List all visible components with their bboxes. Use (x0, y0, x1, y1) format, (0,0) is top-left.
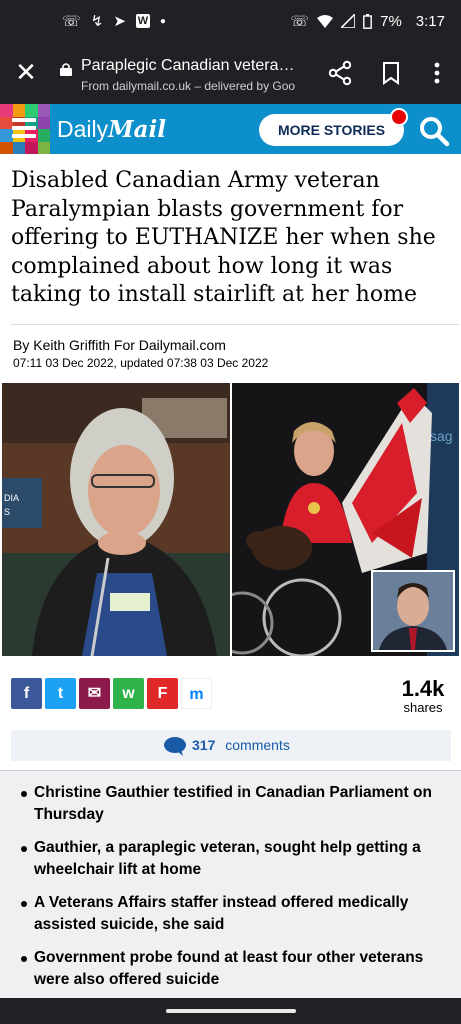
share-buttons: f t ✉ w F m (11, 678, 212, 709)
summary-bullet: A Veterans Affairs staffer instead offer… (21, 892, 444, 936)
site-logo[interactable]: DailyMail (57, 116, 166, 143)
twitter-share-button[interactable]: t (45, 678, 76, 709)
comments-text: 317 comments (192, 737, 290, 753)
email-share-button[interactable]: ✉ (79, 678, 110, 709)
site-header: DailyMail MORE STORIES (0, 104, 461, 154)
whatsapp-share-button[interactable]: w (113, 678, 144, 709)
comment-count: 317 (192, 737, 216, 753)
more-vert-icon[interactable] (424, 60, 450, 86)
twitter-icon: t (57, 685, 64, 702)
comments-link[interactable]: 317 comments (11, 730, 451, 761)
summary-bullet: Christine Gauthier testified in Canadian… (21, 782, 444, 826)
share-count-label: shares (403, 700, 443, 715)
dot-icon: ● (159, 15, 166, 27)
bookmark-icon[interactable] (378, 60, 404, 86)
photo-left[interactable]: DIA S (2, 383, 230, 656)
status-left-icons: ☏ ↯ ➤ W ● (62, 12, 166, 30)
lock-icon (60, 63, 72, 76)
publish-dates: 07:11 03 Dec 2022, updated 07:38 03 Dec … (13, 356, 269, 370)
byline[interactable]: By Keith Griffith For Dailymail.com (13, 337, 226, 353)
share-icon[interactable] (327, 60, 353, 86)
clock: 3:17 (415, 12, 445, 30)
battery-icon (363, 13, 373, 29)
wifi-icon (317, 15, 334, 28)
search-icon[interactable] (418, 115, 450, 147)
logo-mail: Mail (108, 116, 166, 143)
facebook-icon: f (23, 685, 30, 702)
facebook-share-button[interactable]: f (11, 678, 42, 709)
summary-bullet: Government probe found at least four oth… (21, 947, 444, 991)
messenger-share-button[interactable]: m (181, 678, 212, 709)
backdrop-text: sag (430, 428, 453, 444)
more-stories-button[interactable]: MORE STORIES (259, 114, 404, 146)
missed-call-icon: ↯ (90, 13, 104, 30)
status-right: ☏ 7% 3:17 (290, 12, 445, 31)
politician-photo (373, 572, 453, 650)
status-bar: ☏ ↯ ➤ W ● ☏ 7% 3:17 (0, 0, 461, 44)
wifi-calling-icon: ☏ (62, 13, 81, 30)
whatsapp-icon: w (122, 685, 135, 702)
word-icon: W (135, 14, 150, 28)
article-summary: Christine Gauthier testified in Canadian… (0, 770, 461, 999)
article-headline: Disabled Canadian Army veteran Paralympi… (11, 168, 436, 307)
signal-icon (341, 14, 356, 28)
custom-tab-toolbar: ✕ Paraplegic Canadian vetera… From daily… (0, 44, 461, 104)
wifi-calling-icon-2: ☏ (290, 13, 310, 30)
share-count-number: 1.4k (401, 676, 445, 701)
gesture-navigation-bar (0, 998, 461, 1024)
inset-photo[interactable] (371, 570, 455, 652)
battery-percent: 7% (380, 12, 402, 30)
page-title[interactable]: Paraplegic Canadian vetera… (81, 57, 311, 75)
flipboard-share-button[interactable]: F (147, 678, 178, 709)
testimony-photo: DIA S (2, 383, 230, 656)
divider (11, 324, 459, 325)
messenger-icon: m (189, 686, 204, 703)
summary-bullet: Gauthier, a paraplegic veteran, sought h… (21, 837, 444, 881)
home-gesture-handle[interactable] (166, 1009, 296, 1013)
telegram-icon: ➤ (113, 13, 126, 30)
close-icon[interactable]: ✕ (14, 59, 38, 85)
logo-daily: Daily (57, 116, 109, 142)
notification-dot (390, 108, 408, 126)
comments-label: comments (225, 737, 290, 753)
flipboard-icon: F (157, 685, 168, 702)
page-origin[interactable]: From dailymail.co.uk – delivered by Goo (81, 79, 311, 93)
email-icon: ✉ (87, 685, 102, 702)
svg-text:S: S (4, 507, 10, 517)
share-count: 1.4k shares (396, 676, 450, 715)
hamburger-menu-icon[interactable] (12, 118, 36, 140)
comment-bubble-icon (164, 737, 186, 756)
placard-text: DIA (4, 493, 19, 503)
